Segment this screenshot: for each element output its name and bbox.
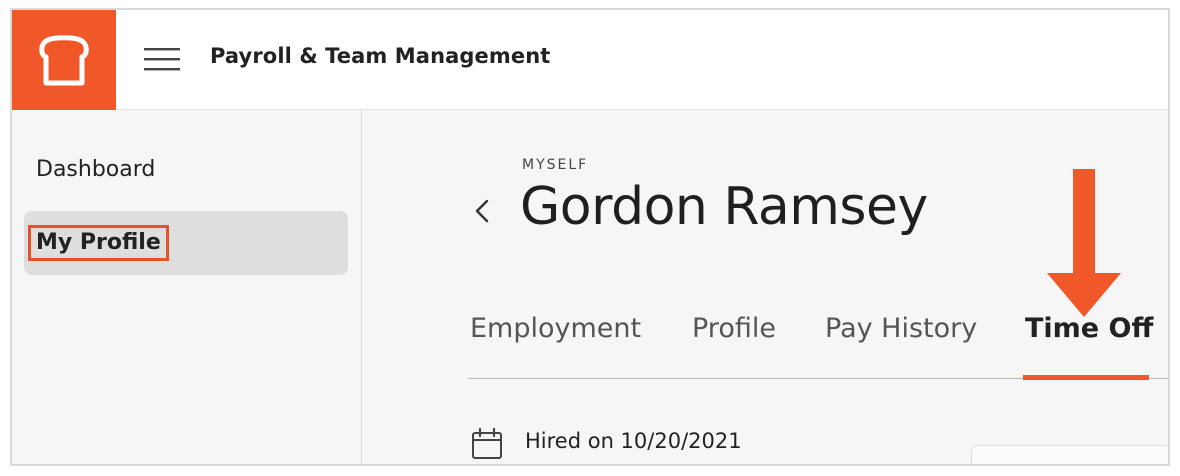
page-eyebrow: MYSELF <box>522 157 589 173</box>
down-arrow-icon <box>1047 169 1121 317</box>
calendar-icon <box>472 427 502 459</box>
hamburger-menu-button[interactable] <box>142 44 182 74</box>
top-header: Payroll & Team Management <box>12 10 1168 110</box>
app-title: Payroll & Team Management <box>210 44 551 68</box>
side-card <box>971 445 1168 464</box>
sidebar-item-label: My Profile <box>28 225 169 261</box>
sidebar-item-dashboard[interactable]: Dashboard <box>24 139 348 203</box>
app-window: Payroll & Team Management Dashboard My P… <box>10 8 1170 466</box>
sidebar: Dashboard My Profile <box>12 111 362 464</box>
tab-pay-history[interactable]: Pay History <box>825 313 977 379</box>
tab-employment[interactable]: Employment <box>470 313 641 379</box>
active-tab-indicator <box>1023 375 1149 380</box>
chevron-left-icon <box>475 199 489 223</box>
brand-logo[interactable] <box>12 10 116 110</box>
sidebar-item-label: Dashboard <box>36 157 156 182</box>
tab-time-off[interactable]: Time Off <box>1025 313 1153 379</box>
main-content: MYSELF Gordon Ramsey Employment Profile … <box>363 111 1168 464</box>
hired-date-text: Hired on 10/20/2021 <box>525 429 742 453</box>
profile-tabs: Employment Profile Pay History Time Off <box>468 299 1168 380</box>
sidebar-item-my-profile[interactable]: My Profile <box>24 211 348 275</box>
page-title: Gordon Ramsey <box>520 177 928 237</box>
hamburger-menu-icon <box>144 48 180 71</box>
toast-bread-icon <box>39 35 89 86</box>
tab-profile[interactable]: Profile <box>692 313 776 379</box>
back-button[interactable] <box>469 193 497 229</box>
